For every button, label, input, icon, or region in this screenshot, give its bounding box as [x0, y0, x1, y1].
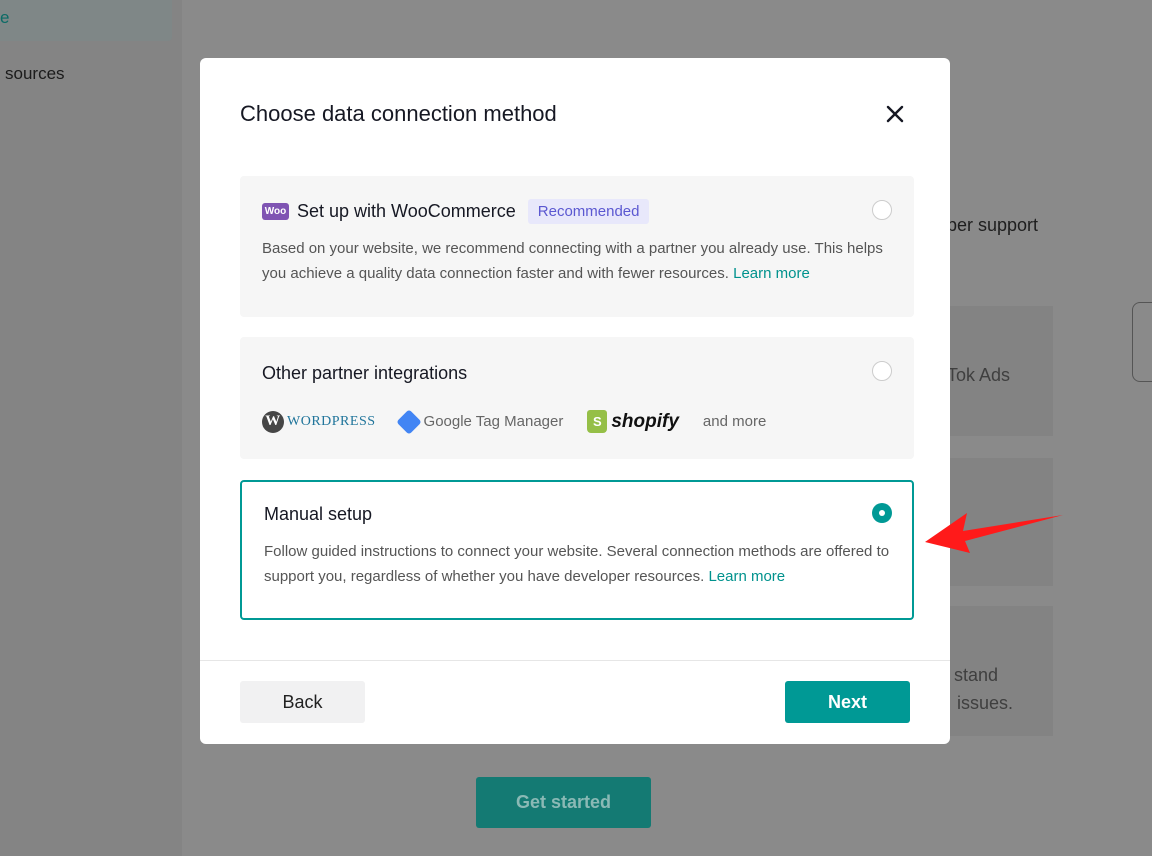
background-card-text: Tok Ads — [947, 365, 1011, 385]
radio-manual-setup[interactable] — [872, 503, 892, 523]
background-illustration — [1132, 302, 1152, 382]
partner-logos: W WordPress Google Tag Manager Sshopify a… — [262, 408, 892, 435]
wordpress-label: WordPress — [287, 413, 376, 429]
google-tag-manager-logo: Google Tag Manager — [395, 408, 564, 435]
background-card-text: issues. — [957, 693, 1014, 713]
gtm-label: Google Tag Manager — [423, 413, 564, 430]
option-description: Based on your website, we recommend conn… — [262, 236, 892, 286]
google-tag-manager-icon — [395, 408, 422, 435]
option-description: Follow guided instructions to connect yo… — [264, 539, 890, 589]
background-heading: per support — [947, 215, 1039, 235]
shopify-bag-icon: S — [587, 410, 608, 433]
get-started-button[interactable]: Get started — [476, 777, 651, 828]
sidebar-item-sources[interactable]: sources — [5, 64, 65, 84]
option-woocommerce[interactable]: Woo Set up with WooCommerce Recommended … — [240, 176, 914, 317]
woocommerce-logo-icon: Woo — [262, 203, 289, 220]
sidebar-item-label: e — [0, 8, 10, 27]
wordpress-logo: W WordPress — [262, 410, 376, 433]
learn-more-link[interactable]: Learn more — [733, 265, 810, 282]
footer-divider — [200, 660, 950, 661]
and-more-text: and more — [702, 413, 767, 430]
close-icon[interactable] — [883, 102, 907, 126]
wordpress-icon: W — [262, 410, 284, 433]
option-title-row: Woo Set up with WooCommerce Recommended — [262, 199, 892, 224]
modal-title: Choose data connection method — [240, 101, 557, 126]
radio-partner-integrations[interactable] — [872, 361, 892, 381]
connection-method-modal: Choose data connection method Woo Set up… — [200, 58, 950, 744]
sidebar-item-selected[interactable]: e — [0, 0, 172, 41]
shopify-label: shopify — [611, 410, 679, 432]
option-title: Set up with WooCommerce — [297, 201, 516, 221]
back-button[interactable]: Back — [240, 681, 365, 723]
option-title: Manual setup — [264, 504, 373, 524]
sidebar: e sources — [0, 0, 182, 856]
option-partner-integrations[interactable]: Other partner integrations W WordPress Go… — [240, 337, 914, 459]
radio-woocommerce[interactable] — [872, 200, 892, 220]
background-card-text: stand — [954, 665, 999, 685]
next-button[interactable]: Next — [785, 681, 910, 723]
option-title: Other partner integrations — [262, 363, 468, 383]
description-text: Follow guided instructions to connect yo… — [264, 543, 890, 585]
option-manual-setup[interactable]: Manual setup Follow guided instructions … — [240, 480, 914, 620]
recommended-badge: Recommended — [527, 199, 650, 224]
red-arrow-annotation-icon — [925, 513, 1063, 553]
shopify-logo: Sshopify — [587, 410, 679, 433]
learn-more-link[interactable]: Learn more — [708, 568, 785, 585]
